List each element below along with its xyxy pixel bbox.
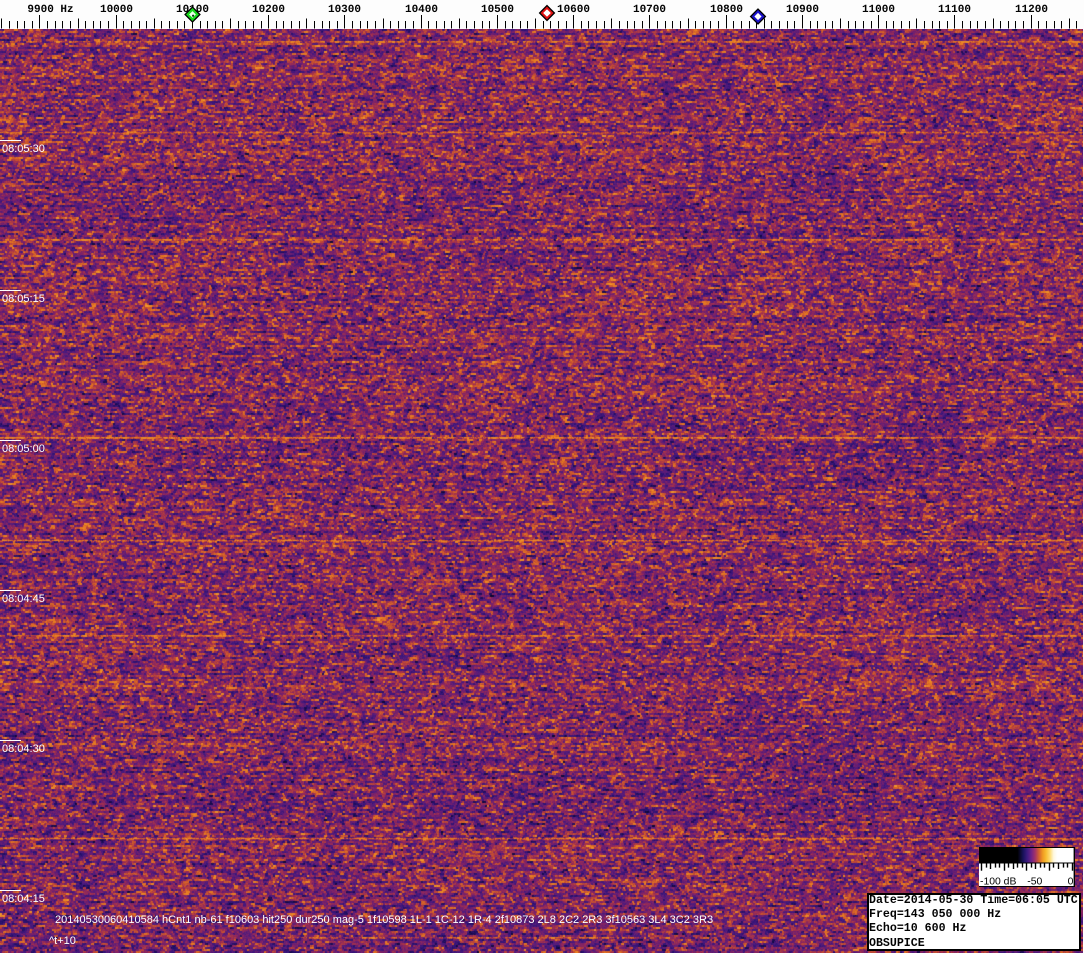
svg-text:-50: -50 [1027,877,1042,887]
svg-text:0: 0 [1068,877,1074,887]
svg-text:-100 dB: -100 dB [980,877,1016,887]
